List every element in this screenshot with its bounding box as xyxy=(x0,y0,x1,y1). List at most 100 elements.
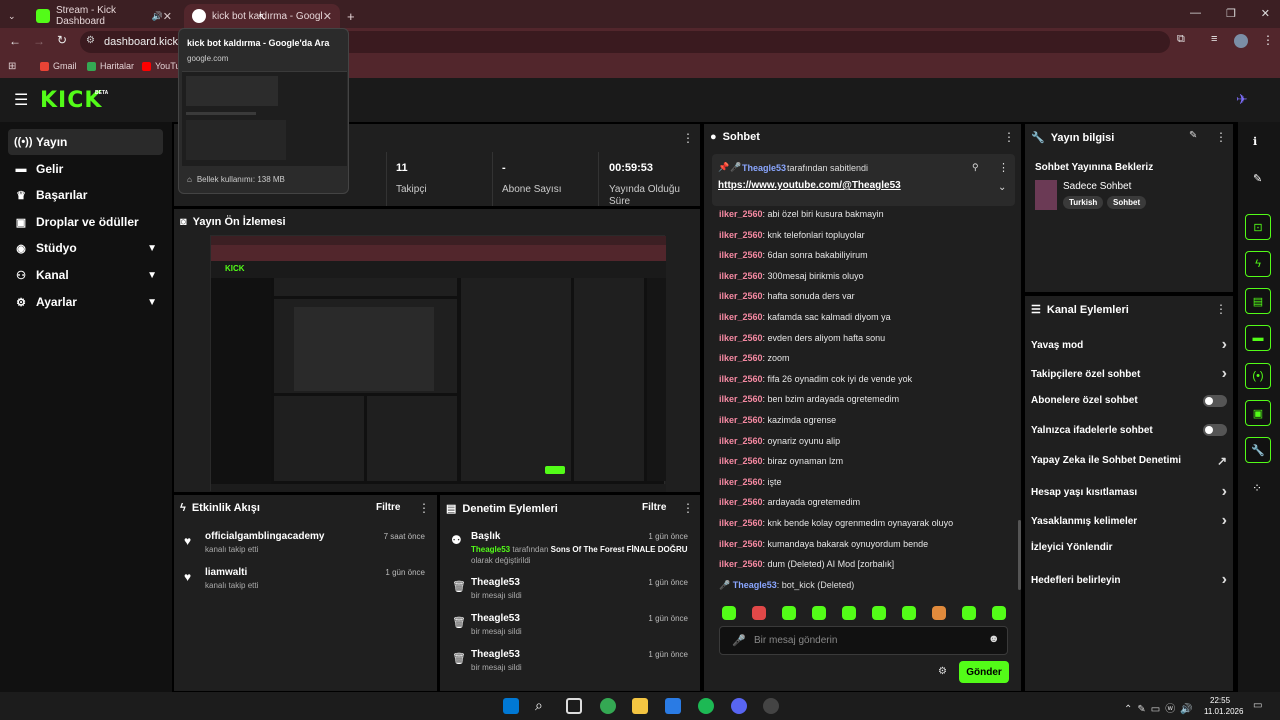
emote-icon[interactable] xyxy=(842,606,856,620)
tag-chip[interactable]: Sohbet xyxy=(1107,196,1147,209)
chat-user[interactable]: ilker_2560 xyxy=(719,477,763,487)
close-icon[interactable]: ✕ xyxy=(323,10,332,23)
sidebar-item-gelir[interactable]: ▬ Gelir xyxy=(8,156,163,182)
notification-icon[interactable]: ▭ xyxy=(1253,700,1262,711)
edit-pencil-icon[interactable]: ✎ xyxy=(1253,172,1262,185)
sidebar-item-yayin[interactable]: ((•)) Yayın xyxy=(8,129,163,155)
discord-icon[interactable] xyxy=(731,698,747,714)
rail-button-document[interactable]: ▤ xyxy=(1245,288,1271,314)
chat-user[interactable]: ilker_2560 xyxy=(719,209,763,219)
emote-icon[interactable] xyxy=(962,606,976,620)
chat-input[interactable]: 🎤 Bir mesaj gönderin ☻ xyxy=(719,626,1008,655)
chat-user[interactable]: ilker_2560 xyxy=(719,230,763,240)
sidebar-item-studyo[interactable]: ◉ Stüdyo ▼ xyxy=(8,235,163,261)
spotify-icon[interactable] xyxy=(698,698,714,714)
forward-arrow-icon[interactable]: → xyxy=(33,34,45,48)
rail-button-profile[interactable]: ▣ xyxy=(1245,400,1271,426)
chat-user[interactable]: ilker_2560 xyxy=(719,374,763,384)
chat-user[interactable]: ilker_2560 xyxy=(719,559,763,569)
close-icon[interactable]: ✕ xyxy=(163,10,172,23)
sidebar-item-ayarlar[interactable]: ⚙ Ayarlar ▼ xyxy=(8,289,163,315)
chrome-icon[interactable] xyxy=(600,698,616,714)
info-icon[interactable]: ℹ xyxy=(1253,135,1257,148)
edit-pencil-icon[interactable]: ✎ xyxy=(1189,130,1197,141)
apps-dots-icon[interactable]: ⁘ xyxy=(1252,481,1262,495)
channel-action-item[interactable]: Yavaş mod › xyxy=(1031,336,1227,354)
sidebar-item-droplar[interactable]: ▣ Droplar ve ödüller xyxy=(8,209,163,235)
menu-kebab-icon[interactable]: ⋮ xyxy=(1262,33,1274,47)
pinned-link[interactable]: https://www.youtube.com/@Theagle53 xyxy=(718,180,901,191)
emote-icon[interactable] xyxy=(872,606,886,620)
chat-settings-icon[interactable]: ⚙ xyxy=(938,666,947,677)
toggle-switch[interactable] xyxy=(1203,424,1227,437)
bookmark-maps[interactable]: Haritalar xyxy=(87,61,134,71)
chat-user[interactable]: ilker_2560 xyxy=(719,497,763,507)
channel-action-item[interactable]: İzleyici Yönlendir xyxy=(1031,542,1227,553)
unpin-icon[interactable]: ⚲ xyxy=(972,162,979,173)
media-icon[interactable]: ≡ xyxy=(1211,33,1217,45)
kebab-menu-icon[interactable]: ⋮ xyxy=(1003,130,1015,144)
minimize-icon[interactable]: — xyxy=(1190,7,1201,20)
sidebar-item-basarilar[interactable]: ♛ Başarılar xyxy=(8,182,163,208)
channel-action-item[interactable]: Yapay Zeka ile Sohbet Denetimi ↗ xyxy=(1031,454,1227,468)
emote-icon[interactable] xyxy=(752,606,766,620)
back-arrow-icon[interactable]: ← xyxy=(9,34,21,48)
emote-icon[interactable] xyxy=(932,606,946,620)
kebab-menu-icon[interactable]: ⋮ xyxy=(682,131,694,145)
rail-button-broadcast[interactable]: (•) xyxy=(1245,363,1271,389)
chat-user[interactable]: ilker_2560 xyxy=(719,436,763,446)
task-view-icon[interactable] xyxy=(566,698,582,714)
kebab-menu-icon[interactable]: ⋮ xyxy=(1215,302,1227,316)
chat-user[interactable]: ilker_2560 xyxy=(719,539,763,549)
chat-user[interactable]: ilker_2560 xyxy=(719,250,763,260)
system-tray-icons[interactable]: ⌃✎▭ⓦ🔊 xyxy=(1124,700,1198,715)
bookmark-youtube[interactable]: YouTu xyxy=(142,61,180,71)
channel-action-item[interactable]: Abonelere özel sohbet xyxy=(1031,394,1227,407)
send-button[interactable]: Gönder xyxy=(959,661,1009,683)
chat-user[interactable]: ilker_2560 xyxy=(719,291,763,301)
obs-icon[interactable] xyxy=(763,698,779,714)
bookmark-gmail[interactable]: Gmail xyxy=(40,61,77,71)
sidebar-item-kanal[interactable]: ⚇ Kanal ▼ xyxy=(8,262,163,288)
emote-icon[interactable] xyxy=(722,606,736,620)
apps-grid-icon[interactable]: ⊞ xyxy=(8,61,16,72)
chat-user[interactable]: ilker_2560 xyxy=(719,353,763,363)
kebab-menu-icon[interactable]: ⋮ xyxy=(998,161,1009,174)
new-tab-button[interactable]: + xyxy=(343,4,363,28)
kebab-menu-icon[interactable]: ⋮ xyxy=(1215,130,1227,144)
emote-icon[interactable] xyxy=(992,606,1006,620)
rocket-icon[interactable]: ✈ xyxy=(1236,91,1248,108)
kick-logo[interactable]: KICK xyxy=(40,88,102,113)
rail-button-camera[interactable]: ⊡ xyxy=(1245,214,1271,240)
chat-user[interactable]: ilker_2560 xyxy=(719,456,763,466)
windows-start-icon[interactable] xyxy=(503,698,519,714)
channel-action-item[interactable]: Hesap yaşı kısıtlaması › xyxy=(1031,483,1227,501)
chat-user[interactable]: ilker_2560 xyxy=(719,415,763,425)
tab-kick-dashboard[interactable]: Stream - Kick Dashboard 🔊 ✕ xyxy=(28,4,180,28)
rail-button-bolt[interactable]: ϟ xyxy=(1245,251,1271,277)
rail-button-chat[interactable]: ▬ xyxy=(1245,325,1271,351)
stream-preview-video[interactable]: KICK xyxy=(210,235,666,492)
chat-user[interactable]: ilker_2560 xyxy=(719,271,763,281)
chat-user[interactable]: ilker_2560 xyxy=(719,394,763,404)
tag-chip[interactable]: Turkish xyxy=(1063,196,1104,209)
emote-icon[interactable] xyxy=(782,606,796,620)
extensions-icon[interactable]: ⧉ xyxy=(1177,33,1185,46)
tab-search-button[interactable]: ⌄ xyxy=(4,4,26,28)
chat-user[interactable]: ilker_2560 xyxy=(719,312,763,322)
channel-action-item[interactable]: Takipçilere özel sohbet › xyxy=(1031,365,1227,383)
hamburger-menu-icon[interactable]: ☰ xyxy=(14,90,28,110)
emote-icon[interactable] xyxy=(812,606,826,620)
file-explorer-icon[interactable] xyxy=(632,698,648,714)
kebab-menu-icon[interactable]: ⋮ xyxy=(418,501,430,515)
chat-scrollbar[interactable] xyxy=(1018,520,1021,590)
channel-action-item[interactable]: Yalnızca ifadelerle sohbet xyxy=(1031,424,1227,437)
channel-action-item[interactable]: Yasaklanmış kelimeler › xyxy=(1031,512,1227,530)
kebab-menu-icon[interactable]: ⋮ xyxy=(682,501,694,515)
search-icon[interactable]: ⌕ xyxy=(535,697,543,714)
profile-avatar[interactable] xyxy=(1234,34,1248,48)
reload-icon[interactable]: ↻ xyxy=(57,33,67,47)
toggle-switch[interactable] xyxy=(1203,394,1227,407)
chat-user[interactable]: ilker_2560 xyxy=(719,518,763,528)
emoji-icon[interactable]: ☻ xyxy=(988,633,1000,645)
